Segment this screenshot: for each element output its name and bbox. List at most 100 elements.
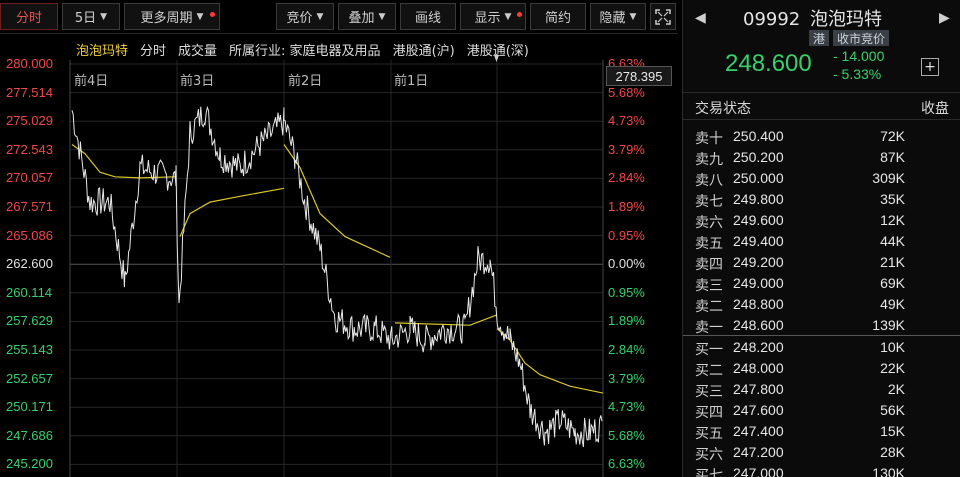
level-label: 卖七 [695,194,723,210]
ask-row[interactable]: 卖七 249.800 35K [683,189,960,210]
bid-row[interactable]: 买二 248.000 22K [683,358,960,379]
price-tick-label: 277.514 [6,84,53,100]
level-label: 买三 [695,384,723,400]
stock-title: 09992 泡泡玛特 [743,5,882,31]
level-label: 卖八 [695,173,723,189]
percent-tick-label: 4.73% [608,399,645,415]
percent-tick-label: 0.00% [608,256,645,272]
price-marker: 278.395 [606,66,672,86]
level-volume: 139K [872,317,905,333]
level-label: 卖四 [695,257,723,273]
day-label: 前3日 [180,74,215,89]
level-volume: 56K [880,402,905,418]
level-label: 卖十 [695,131,723,147]
percent-tick-label: 4.73% [608,113,645,129]
price-line [71,105,603,448]
current-price: 248.600 [725,50,812,77]
level-volume: 72K [880,128,905,144]
price-tick-label: 272.543 [6,141,53,157]
prev-stock-icon[interactable]: ◀ [695,10,706,26]
ask-row[interactable]: 卖八 250.000 309K [683,168,960,189]
trade-status-value: 收盘 [921,101,949,117]
ask-row[interactable]: 卖六 249.600 12K [683,210,960,231]
percent-tick-label: 2.84% [608,170,645,186]
price-tick-label: 262.600 [6,256,53,272]
ask-row[interactable]: 卖一 248.600 139K [683,315,960,336]
percent-tick-label: 6.63% [608,456,645,472]
level-volume: 22K [880,360,905,376]
price-change-pct: - 5.33% [833,66,882,82]
bid-row[interactable]: 买三 247.800 2K [683,379,960,400]
ask-row[interactable]: 卖四 249.200 21K [683,252,960,273]
price-tick-label: 247.686 [6,427,53,443]
day-label: 前1日 [394,74,429,89]
percent-tick-label: 1.89% [608,313,645,329]
level-volume: 130K [872,465,905,477]
order-book-divider [683,335,960,336]
price-tick-label: 275.029 [6,113,53,129]
percent-tick-label: 5.68% [608,427,645,443]
level-price: 248.000 [733,360,784,376]
level-price: 248.600 [733,317,784,333]
crosshair-marker-icon [494,55,499,62]
ask-row[interactable]: 卖九 250.200 87K [683,147,960,168]
quote-panel: ◀ ▶ 09992 泡泡玛特 港 收市竞价 248.600 - 14.000 -… [682,0,960,477]
price-tick-label: 252.657 [6,370,53,386]
ask-row[interactable]: 卖三 249.000 69K [683,273,960,294]
level-label: 买一 [695,342,723,358]
percent-tick-label: 5.68% [608,84,645,100]
add-watchlist-button[interactable]: + [921,58,939,76]
trade-status-label: 交易状态 [695,101,751,117]
chart-grid [69,60,604,477]
level-label: 买六 [695,447,723,463]
level-price: 249.800 [733,191,784,207]
percent-tick-label: 3.79% [608,141,645,157]
level-label: 买四 [695,405,723,421]
level-price: 250.000 [733,170,784,186]
level-price: 249.600 [733,212,784,228]
level-label: 卖三 [695,278,723,294]
trade-status-row: 交易状态 收盘 [683,92,960,120]
ask-row[interactable]: 卖十 250.400 72K [683,126,960,147]
stock-name: 泡泡玛特 [810,9,882,30]
level-label: 卖二 [695,299,723,315]
price-tick-label: 245.200 [6,456,53,472]
percent-tick-label: 2.84% [608,342,645,357]
level-price: 247.600 [733,402,784,418]
level-price: 250.200 [733,149,784,165]
bid-row[interactable]: 买五 247.400 15K [683,421,960,442]
bid-row[interactable]: 买六 247.200 28K [683,442,960,463]
percent-tick-label: 0.95% [608,284,645,300]
level-price: 247.400 [733,423,784,439]
level-price: 247.200 [733,444,784,460]
ask-row[interactable]: 卖五 249.400 44K [683,231,960,252]
percent-tick-label: 3.79% [608,370,645,386]
bid-row[interactable]: 买四 247.600 56K [683,400,960,421]
level-label: 买二 [695,363,723,379]
price-tick-label: 280.000 [6,56,53,71]
price-tick-label: 257.629 [6,313,53,329]
level-label: 卖五 [695,236,723,252]
level-volume: 28K [880,444,905,460]
bid-row[interactable]: 买一 248.200 10K [683,337,960,358]
ask-row[interactable]: 卖二 248.800 49K [683,294,960,315]
price-tick-label: 270.057 [6,170,53,186]
level-volume: 12K [880,212,905,228]
level-price: 250.400 [733,128,784,144]
level-volume: 69K [880,275,905,291]
level-volume: 21K [880,254,905,270]
bid-row[interactable]: 买七 247.000 130K [683,463,960,477]
next-stock-icon[interactable]: ▶ [939,10,950,26]
price-tick-label: 267.571 [6,199,53,214]
level-volume: 2K [887,381,905,397]
percent-tick-label: 0.95% [608,227,645,243]
level-label: 买七 [695,468,723,477]
price-change: - 14.000 [833,48,885,64]
level-volume: 15K [880,423,905,439]
price-tick-label: 255.143 [6,342,53,357]
level-volume: 10K [880,339,905,355]
level-price: 248.200 [733,339,784,355]
price-tick-label: 260.114 [6,284,53,300]
level-label: 买五 [695,426,723,442]
price-tick-label: 250.171 [6,399,53,415]
